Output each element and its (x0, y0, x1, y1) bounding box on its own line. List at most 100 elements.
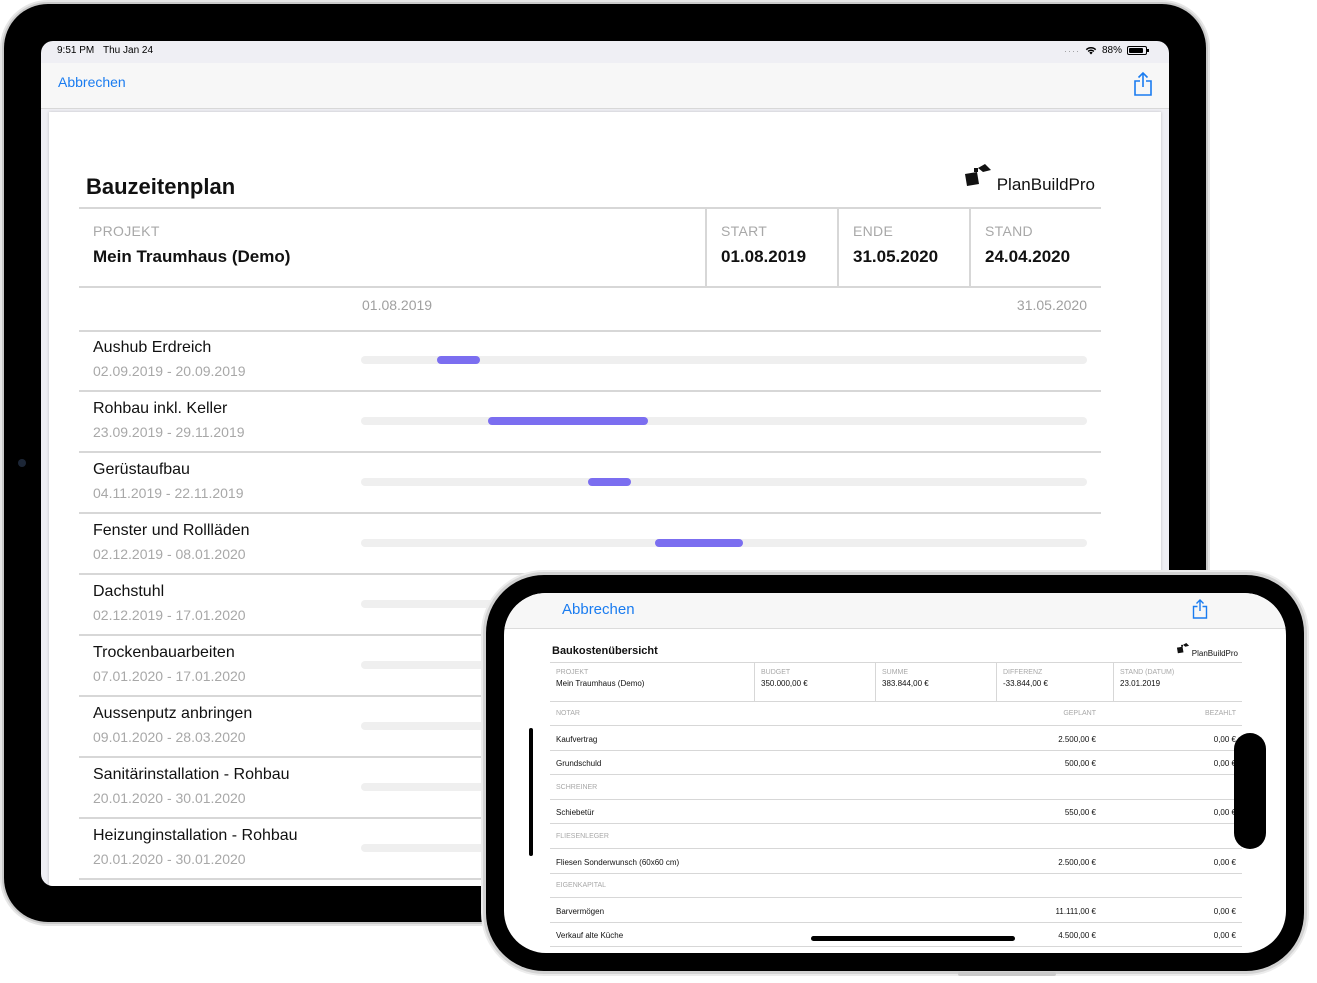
task-row: Aushub Erdreich 02.09.2019 - 20.09.2019 (79, 331, 1101, 392)
iphone-screen: Abbrechen Baukostenübersicht PlanBuildPr… (504, 593, 1286, 953)
home-indicator[interactable] (811, 936, 1015, 941)
status-time: 9:51 PM (57, 45, 95, 56)
cost-section-row: NOTAR GEPLANT BEZAHLT (550, 701, 1242, 726)
cost-section-row: EIGENKAPITAL (550, 873, 1242, 899)
cost-paid: 0,00 € (1213, 808, 1236, 818)
info-cell-project: PROJEKT Mein Traumhaus (Demo) (550, 663, 754, 701)
info-cell-start: START 01.08.2019 (705, 209, 837, 286)
battery-percent: 88% (1101, 45, 1122, 56)
task-bar (487, 417, 648, 425)
cost-item-row: Kaufvertrag 2.500,00 € 0,00 € (550, 726, 1242, 751)
task-bar (654, 539, 744, 547)
info-value: 24.04.2020 (985, 247, 1071, 266)
info-cell-difference: DIFFERENZ -33.844,00 € (996, 663, 1113, 701)
cost-document: Baukostenübersicht PlanBuildPro PROJEKT … (550, 643, 1242, 953)
iphone-side-button (958, 972, 1056, 976)
info-label: STAND (DATUM) (1120, 669, 1175, 676)
cost-item-row: Verkauf alte Küche 4.500,00 € 0,00 € (550, 922, 1242, 948)
timeline-start-label: 01.08.2019 (362, 297, 433, 313)
info-label: DIFFERENZ (1003, 669, 1043, 676)
task-name: Fenster und Rollläden (93, 522, 250, 539)
task-dates: 02.12.2019 - 17.01.2020 (93, 607, 246, 623)
info-label: PROJEKT (93, 223, 160, 239)
project-info-table: PROJEKT Mein Traumhaus (Demo) START 01.0… (79, 207, 1101, 288)
cost-item-row: Fliesen Sonderwunsch (60x60 cm) 2.500,00 … (550, 849, 1242, 874)
cost-paid: 0,00 € (1213, 931, 1236, 941)
task-track (361, 539, 1087, 547)
logo-text: PlanBuildPro (1191, 649, 1238, 658)
task-row: Rohbau inkl. Keller 23.09.2019 - 29.11.20… (79, 392, 1101, 453)
cost-planned: 2.500,00 € (1058, 857, 1096, 867)
cost-planned: 4.500,00 € (1058, 931, 1096, 941)
cost-label: Verkauf alte Küche (556, 931, 624, 941)
info-value: 31.05.2020 (853, 247, 939, 266)
planbuildpro-logo-icon (1176, 643, 1189, 654)
info-value: -33.844,00 € (1003, 679, 1048, 688)
task-name: Trockenbauarbeiten (93, 644, 235, 661)
info-label: STAND (985, 223, 1033, 239)
info-label: ENDE (853, 223, 894, 239)
cost-label: Grundschuld (556, 759, 602, 769)
wifi-icon (1085, 46, 1097, 55)
info-cell-budget: BUDGET 350.000,00 € (754, 663, 875, 701)
cost-label: Kaufvertrag (556, 734, 598, 744)
cancel-button[interactable]: Abbrechen (58, 74, 126, 90)
cost-paid: 0,00 € (1213, 857, 1236, 867)
planbuildpro-logo-icon (964, 164, 991, 186)
company-logo: PlanBuildPro (963, 164, 1095, 194)
cost-label: NOTAR (556, 710, 580, 717)
info-label: START (721, 223, 768, 239)
cost-planned: 500,00 € (1064, 759, 1096, 769)
status-indicators: ···· 88% (1063, 45, 1149, 56)
cost-paid: 0,00 € (1213, 906, 1236, 916)
info-value: 23.01.2019 (1120, 679, 1161, 688)
cost-paid: BEZAHLT (1205, 710, 1236, 717)
cost-item-row: Grundschuld 500,00 € 0,00 € (550, 750, 1242, 776)
cost-paid: 0,00 € (1213, 734, 1236, 744)
iphone-device: Abbrechen Baukostenübersicht PlanBuildPr… (486, 575, 1304, 971)
task-dates: 23.09.2019 - 29.11.2019 (93, 424, 245, 440)
task-bar (437, 356, 481, 364)
ipad-camera (18, 459, 26, 467)
cost-label: EIGENKAPITAL (556, 882, 607, 890)
page-title: Bauzeitenplan (86, 174, 236, 199)
signal-dots-icon: ···· (1063, 45, 1080, 56)
navigation-bar: Abbrechen (41, 63, 1169, 109)
cost-label: SCHREINER (556, 783, 598, 791)
status-date: Thu Jan 24 (103, 45, 154, 56)
cost-info-table: PROJEKT Mein Traumhaus (Demo) BUDGET 350… (550, 662, 1242, 702)
cost-label: Schiebetür (556, 808, 595, 818)
cancel-button[interactable]: Abbrechen (562, 601, 635, 618)
cost-paid: 0,00 € (1213, 759, 1236, 769)
cost-label: FLIESENLEGER (556, 833, 609, 840)
info-label: BUDGET (761, 669, 791, 676)
task-name: Sanitärinstallation - Rohbau (93, 766, 290, 783)
task-name: Rohbau inkl. Keller (93, 400, 228, 417)
task-name: Aushub Erdreich (93, 339, 212, 356)
cost-planned: 550,00 € (1064, 808, 1096, 818)
cost-label: Barvermögen (556, 906, 605, 916)
cost-item-row: Schiebetür 550,00 € 0,00 € (550, 799, 1242, 825)
task-dates: 09.01.2020 - 28.03.2020 (93, 729, 246, 745)
task-dates: 20.01.2020 - 30.01.2020 (93, 851, 246, 867)
task-row: Fenster und Rollläden 02.12.2019 - 08.01.… (79, 514, 1101, 575)
info-cell-date: STAND (DATUM) 23.01.2019 (1113, 663, 1242, 701)
task-name: Aussenputz anbringen (93, 705, 253, 722)
task-track (361, 356, 1087, 364)
cost-section-row: FLIESENLEGER (550, 824, 1242, 849)
share-icon[interactable] (1192, 599, 1208, 619)
company-logo: PlanBuildPro (1176, 643, 1238, 658)
info-value: 01.08.2019 (721, 247, 807, 266)
timeline-end-label: 31.05.2020 (1016, 297, 1087, 313)
cost-planned: 11.111,00 € (1055, 906, 1096, 916)
share-icon[interactable] (1133, 71, 1153, 97)
battery-icon (1127, 46, 1149, 55)
task-name: Gerüstaufbau (93, 461, 190, 478)
scroll-indicator (529, 728, 533, 856)
info-cell-sum: SUMME 383.844,00 € (875, 663, 996, 701)
logo-text: PlanBuildPro (996, 175, 1095, 194)
task-dates: 07.01.2020 - 17.01.2020 (93, 668, 246, 684)
info-value: 350.000,00 € (761, 679, 808, 688)
info-label: PROJEKT (556, 669, 589, 676)
task-name: Dachstuhl (93, 583, 165, 600)
